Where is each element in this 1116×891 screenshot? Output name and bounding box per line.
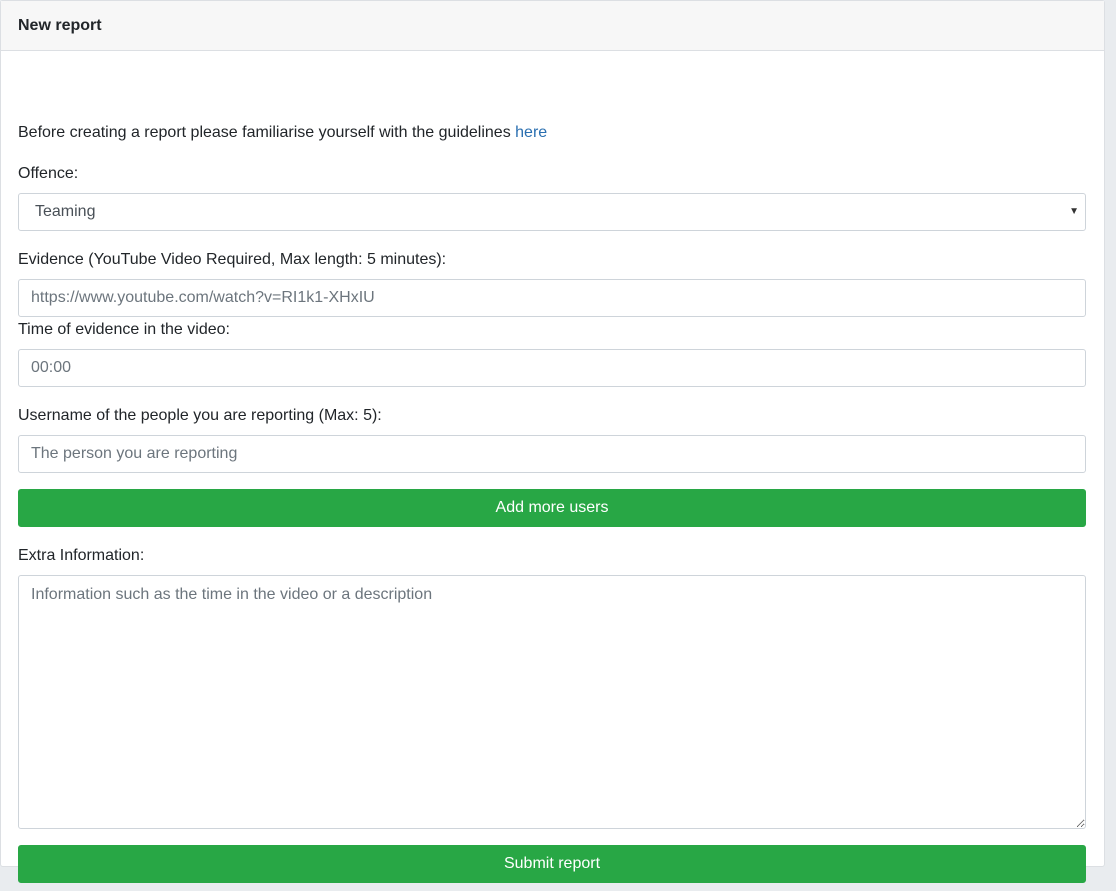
evidence-url-input[interactable] bbox=[18, 279, 1086, 317]
offence-select[interactable]: Teaming ▼ bbox=[18, 193, 1086, 231]
add-more-users-button[interactable]: Add more users bbox=[18, 489, 1086, 527]
guidelines-link[interactable]: here bbox=[515, 124, 547, 141]
guidelines-intro: Before creating a report please familiar… bbox=[18, 124, 547, 142]
usernames-label: Username of the people you are reporting… bbox=[18, 407, 382, 424]
report-card: New report Before creating a report plea… bbox=[0, 0, 1105, 883]
chevron-down-icon: ▼ bbox=[1069, 206, 1079, 217]
offence-label: Offence: bbox=[18, 165, 79, 182]
time-label: Time of evidence in the video: bbox=[18, 321, 230, 338]
page-title: New report bbox=[18, 16, 102, 34]
evidence-time-input[interactable] bbox=[18, 349, 1086, 387]
offence-selected-value: Teaming bbox=[35, 203, 96, 220]
extra-info-textarea[interactable] bbox=[18, 575, 1086, 829]
submit-report-button[interactable]: Submit report bbox=[18, 845, 1086, 883]
card-header: New report bbox=[1, 1, 1104, 51]
evidence-label: Evidence (YouTube Video Required, Max le… bbox=[18, 251, 447, 268]
guidelines-text: Before creating a report please familiar… bbox=[18, 124, 511, 141]
reported-username-input[interactable] bbox=[18, 435, 1086, 473]
extra-info-label: Extra Information: bbox=[18, 547, 145, 564]
